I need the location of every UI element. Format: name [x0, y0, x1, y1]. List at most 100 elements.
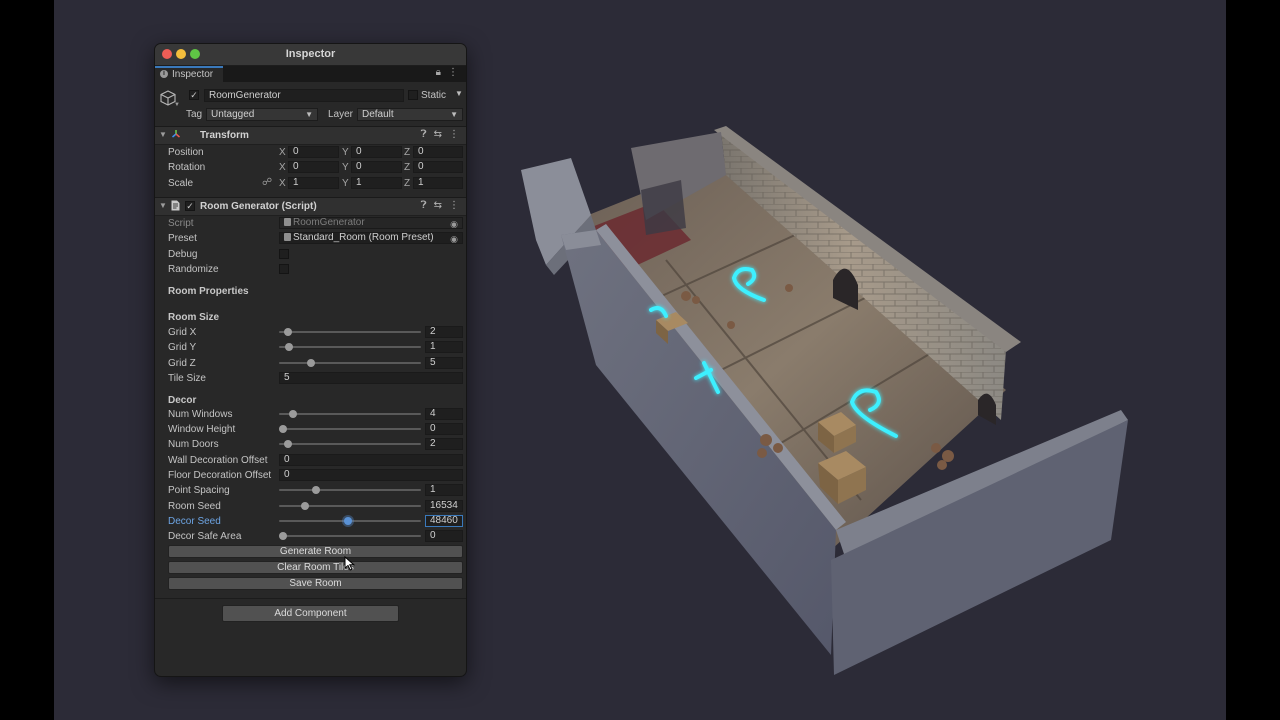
tab-inspector-label: Inspector: [172, 69, 214, 80]
gameobject-active-checkbox[interactable]: ✓: [189, 90, 199, 100]
num-windows-slider-thumb[interactable]: [289, 410, 297, 418]
asset-icon: [284, 233, 291, 241]
layer-dropdown[interactable]: Default ▼: [357, 108, 463, 121]
more-menu-icon[interactable]: ⋮: [448, 67, 458, 78]
position-z-input[interactable]: 0: [413, 146, 463, 158]
room-model: [521, 126, 1128, 675]
room-seed-input[interactable]: 16534: [425, 500, 463, 512]
grid-z-slider-thumb[interactable]: [307, 359, 315, 367]
num-doors-slider-thumb[interactable]: [284, 440, 292, 448]
lock-icon[interactable]: 🔒︎: [436, 67, 441, 78]
tile-size-input[interactable]: 5: [279, 372, 463, 384]
component-enabled-checkbox[interactable]: ✓: [185, 201, 195, 211]
grid-y-slider-thumb[interactable]: [285, 343, 293, 351]
num-windows-label: Num Windows: [168, 409, 233, 420]
position-label: Position: [168, 147, 204, 158]
wall-decoration-offset-input[interactable]: 0: [279, 454, 463, 466]
position-y-input[interactable]: 0: [351, 146, 402, 158]
object-picker-icon[interactable]: ◉: [450, 234, 458, 243]
decor-seed-slider-thumb[interactable]: [344, 517, 352, 525]
rotation-z-label[interactable]: Z: [404, 162, 410, 173]
foldout-arrow-icon[interactable]: ▼: [159, 201, 167, 210]
point-spacing-input[interactable]: 1: [425, 484, 463, 496]
rotation-y-input[interactable]: 0: [351, 161, 402, 173]
presets-icon[interactable]: ⇆: [434, 129, 442, 140]
static-checkbox[interactable]: [408, 90, 418, 100]
static-dropdown-icon[interactable]: ▼: [455, 89, 463, 98]
num-windows-slider-track[interactable]: [279, 413, 421, 415]
preset-object-field[interactable]: Standard_Room (Room Preset) ◉: [279, 232, 463, 244]
rotation-x-input[interactable]: 0: [288, 161, 339, 173]
num-doors-slider-track[interactable]: [279, 443, 421, 445]
scale-x-label[interactable]: X: [279, 178, 286, 189]
point-spacing-slider-track[interactable]: [279, 489, 421, 491]
transform-header[interactable]: ▼ Transform ❓︎ ⇆ ⋮: [155, 126, 466, 145]
inspector-content: ▼ ✓ RoomGenerator Static ▼ Tag Untagged …: [155, 83, 466, 676]
grid-x-input[interactable]: 2: [425, 326, 463, 338]
tag-dropdown[interactable]: Untagged ▼: [206, 108, 318, 121]
section-divider: [155, 598, 466, 599]
more-menu-icon[interactable]: ⋮: [449, 129, 459, 140]
generate-room-button[interactable]: Generate Room: [168, 545, 463, 558]
cube-dropdown-icon[interactable]: ▼: [174, 102, 180, 108]
link-icon[interactable]: ☍: [262, 177, 272, 188]
num-windows-input[interactable]: 4: [425, 408, 463, 420]
position-x-input[interactable]: 0: [288, 146, 339, 158]
help-icon[interactable]: ❓︎: [421, 200, 427, 211]
grid-y-slider-track[interactable]: [279, 346, 421, 348]
add-component-button[interactable]: Add Component: [222, 605, 399, 622]
position-y-label[interactable]: Y: [342, 147, 349, 158]
decor-safe-area-slider-thumb[interactable]: [279, 532, 287, 540]
scale-z-input[interactable]: 1: [413, 177, 463, 189]
decor-safe-area-label: Decor Safe Area: [168, 531, 242, 542]
scale-z-label[interactable]: Z: [404, 178, 410, 189]
scale-label: Scale: [168, 178, 194, 189]
help-icon[interactable]: ❓︎: [421, 129, 427, 140]
presets-icon[interactable]: ⇆: [434, 200, 442, 211]
window-height-slider-track[interactable]: [279, 428, 421, 430]
transform-axes-icon: [172, 130, 180, 138]
floor-decoration-offset-input[interactable]: 0: [279, 469, 463, 481]
info-icon: i: [160, 70, 168, 78]
foldout-arrow-icon[interactable]: ▼: [159, 130, 167, 139]
gameobject-name-input[interactable]: RoomGenerator: [204, 89, 404, 102]
scene-viewport[interactable]: [466, 120, 1136, 680]
chevron-down-icon: ▼: [305, 110, 313, 119]
debug-checkbox[interactable]: [279, 249, 289, 259]
script-object-field: RoomGenerator ◉: [279, 217, 463, 229]
window-height-slider-thumb[interactable]: [279, 425, 287, 433]
num-doors-input[interactable]: 2: [425, 438, 463, 450]
position-z-label[interactable]: Z: [404, 147, 410, 158]
randomize-checkbox[interactable]: [279, 264, 289, 274]
position-x-label[interactable]: X: [279, 147, 286, 158]
more-menu-icon[interactable]: ⋮: [449, 200, 459, 211]
grid-x-label: Grid X: [168, 327, 197, 338]
layer-label: Layer: [328, 109, 354, 120]
scale-y-label[interactable]: Y: [342, 178, 349, 189]
room-properties-heading: Room Properties: [168, 286, 249, 297]
room-seed-slider-thumb[interactable]: [301, 502, 309, 510]
decor-safe-area-slider-track[interactable]: [279, 535, 421, 537]
tab-inspector[interactable]: i Inspector: [155, 66, 223, 82]
script-file-icon: [171, 200, 180, 211]
tab-bar: i Inspector 🔒︎ ⋮: [155, 66, 466, 82]
window-height-input[interactable]: 0: [425, 423, 463, 435]
grid-x-slider-track[interactable]: [279, 331, 421, 333]
rotation-x-label[interactable]: X: [279, 162, 286, 173]
grid-z-input[interactable]: 5: [425, 357, 463, 369]
grid-x-slider-thumb[interactable]: [284, 328, 292, 336]
randomize-label: Randomize: [168, 264, 219, 275]
clear-room-tiles-button[interactable]: Clear Room Tiles: [168, 561, 463, 574]
grid-y-input[interactable]: 1: [425, 341, 463, 353]
decor-safe-area-input[interactable]: 0: [425, 530, 463, 542]
grid-z-slider-track[interactable]: [279, 362, 421, 364]
scale-y-input[interactable]: 1: [351, 177, 402, 189]
rotation-y-label[interactable]: Y: [342, 162, 349, 173]
inspector-window: Inspector i Inspector 🔒︎ ⋮ ▼ ✓ RoomGenera…: [154, 43, 467, 677]
point-spacing-slider-thumb[interactable]: [312, 486, 320, 494]
rotation-z-input[interactable]: 0: [413, 161, 463, 173]
scale-x-input[interactable]: 1: [288, 177, 339, 189]
save-room-button[interactable]: Save Room: [168, 577, 463, 590]
room-generator-header[interactable]: ▼ ✓ Room Generator (Script) ❓︎ ⇆ ⋮: [155, 197, 466, 216]
decor-seed-input[interactable]: 48460: [425, 515, 463, 527]
